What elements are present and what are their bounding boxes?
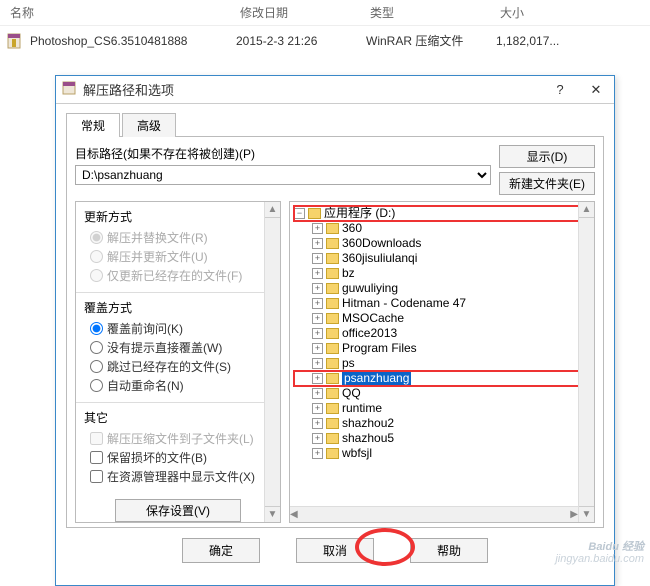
- file-size: 1,182,017...: [496, 34, 586, 48]
- file-list-header: 名称 修改日期 类型 大小: [0, 0, 650, 26]
- opt-keep-broken[interactable]: 保留损坏的文件(B): [90, 449, 262, 466]
- tree-vscrollbar[interactable]: ▲▼: [578, 202, 594, 522]
- tab-advanced[interactable]: 高级: [122, 113, 176, 137]
- col-size[interactable]: 大小: [500, 4, 590, 21]
- tree-item[interactable]: +Hitman - Codename 47: [294, 296, 592, 311]
- rar-file-icon: [6, 33, 24, 49]
- folder-icon: [326, 283, 339, 294]
- folder-icon: [326, 223, 339, 234]
- folder-tree[interactable]: −应用程序 (D:)+360+360Downloads+360jisuliula…: [289, 201, 595, 523]
- ok-button[interactable]: 确定: [182, 538, 260, 563]
- tab-general[interactable]: 常规: [66, 113, 120, 137]
- tree-item[interactable]: +guwuliying: [294, 281, 592, 296]
- close-button[interactable]: ✕: [578, 76, 614, 104]
- opt-skip-existing[interactable]: 跳过已经存在的文件(S): [90, 358, 262, 375]
- tree-item[interactable]: +360: [294, 221, 592, 236]
- opt-update-existing: 仅更新已经存在的文件(F): [90, 267, 262, 284]
- tree-item[interactable]: +ps: [294, 356, 592, 371]
- opt-extract-update: 解压并更新文件(U): [90, 248, 262, 265]
- file-row[interactable]: Photoshop_CS6.3510481888 2015-2-3 21:26 …: [0, 26, 650, 55]
- file-name: Photoshop_CS6.3510481888: [30, 34, 236, 48]
- show-button[interactable]: 显示(D): [499, 145, 595, 168]
- file-date: 2015-2-3 21:26: [236, 34, 366, 48]
- folder-icon: [326, 238, 339, 249]
- folder-icon: [326, 313, 339, 324]
- folder-icon: [326, 343, 339, 354]
- tree-item[interactable]: +Program Files: [294, 341, 592, 356]
- rar-app-icon: [62, 81, 78, 98]
- opt-auto-rename[interactable]: 自动重命名(N): [90, 377, 262, 394]
- folder-icon: [326, 418, 339, 429]
- path-label: 目标路径(如果不存在将被创建)(P): [75, 145, 491, 162]
- folder-icon: [326, 373, 339, 384]
- tabs: 常规 高级: [66, 112, 604, 136]
- cancel-button[interactable]: 取消: [296, 538, 374, 563]
- help-button-footer[interactable]: 帮助: [410, 538, 488, 563]
- tree-item[interactable]: +shazhou2: [294, 416, 592, 431]
- col-date[interactable]: 修改日期: [240, 4, 370, 21]
- opt-subfolder: 解压压缩文件到子文件夹(L): [90, 430, 262, 447]
- folder-icon: [326, 388, 339, 399]
- tree-item[interactable]: +shazhou5: [294, 431, 592, 446]
- tree-item[interactable]: +office2013: [294, 326, 592, 341]
- folder-icon: [326, 403, 339, 414]
- folder-icon: [326, 358, 339, 369]
- close-icon: ✕: [591, 82, 602, 98]
- col-type[interactable]: 类型: [370, 4, 500, 21]
- folder-icon: [326, 268, 339, 279]
- tab-panel-general: 目标路径(如果不存在将被创建)(P) D:\psanzhuang 显示(D) 新…: [66, 136, 604, 528]
- folder-icon: [326, 448, 339, 459]
- section-update-title: 更新方式: [84, 208, 262, 225]
- folder-icon: [326, 433, 339, 444]
- section-other-title: 其它: [84, 409, 262, 426]
- tree-item[interactable]: +QQ: [294, 386, 592, 401]
- drive-icon: [308, 208, 321, 219]
- tree-root[interactable]: −应用程序 (D:): [294, 206, 592, 221]
- file-type: WinRAR 压缩文件: [366, 32, 496, 49]
- tree-item[interactable]: +MSOCache: [294, 311, 592, 326]
- col-name[interactable]: 名称: [10, 4, 240, 21]
- folder-icon: [326, 298, 339, 309]
- tree-item[interactable]: +runtime: [294, 401, 592, 416]
- dialog-title: 解压路径和选项: [83, 80, 174, 99]
- options-panel: 更新方式 解压并替换文件(R) 解压并更新文件(U) 仅更新已经存在的文件(F)…: [75, 201, 281, 523]
- tree-item[interactable]: +wbfsjl: [294, 446, 592, 461]
- opt-show-in-explorer[interactable]: 在资源管理器中显示文件(X): [90, 468, 262, 485]
- extract-path-dialog: 解压路径和选项 ? ✕ 常规 高级 目标路径(如果不存在将被创建)(P) D:\…: [55, 75, 615, 586]
- newfolder-button[interactable]: 新建文件夹(E): [499, 172, 595, 195]
- section-overwrite-title: 覆盖方式: [84, 299, 262, 316]
- tree-hscrollbar[interactable]: ◀▶: [290, 506, 578, 522]
- tree-item[interactable]: +psanzhuang: [294, 371, 592, 386]
- titlebar[interactable]: 解压路径和选项 ? ✕: [56, 76, 614, 104]
- help-button[interactable]: ?: [542, 76, 578, 104]
- tree-item[interactable]: +bz: [294, 266, 592, 281]
- opt-ask-overwrite[interactable]: 覆盖前询问(K): [90, 320, 262, 337]
- opt-extract-replace: 解压并替换文件(R): [90, 229, 262, 246]
- folder-icon: [326, 253, 339, 264]
- watermark: Baidu 经验 jingyan.baidu.com: [555, 541, 644, 565]
- help-icon: ?: [556, 82, 563, 97]
- opt-no-prompt-overwrite[interactable]: 没有提示直接覆盖(W): [90, 339, 262, 356]
- dialog-footer: 确定 取消 帮助: [66, 528, 604, 575]
- tree-item[interactable]: +360jisuliulanqi: [294, 251, 592, 266]
- tree-item[interactable]: +360Downloads: [294, 236, 592, 251]
- path-select[interactable]: D:\psanzhuang: [75, 165, 491, 185]
- folder-icon: [326, 328, 339, 339]
- save-settings-button[interactable]: 保存设置(V): [115, 499, 241, 522]
- options-scrollbar[interactable]: ▲▼: [264, 202, 280, 522]
